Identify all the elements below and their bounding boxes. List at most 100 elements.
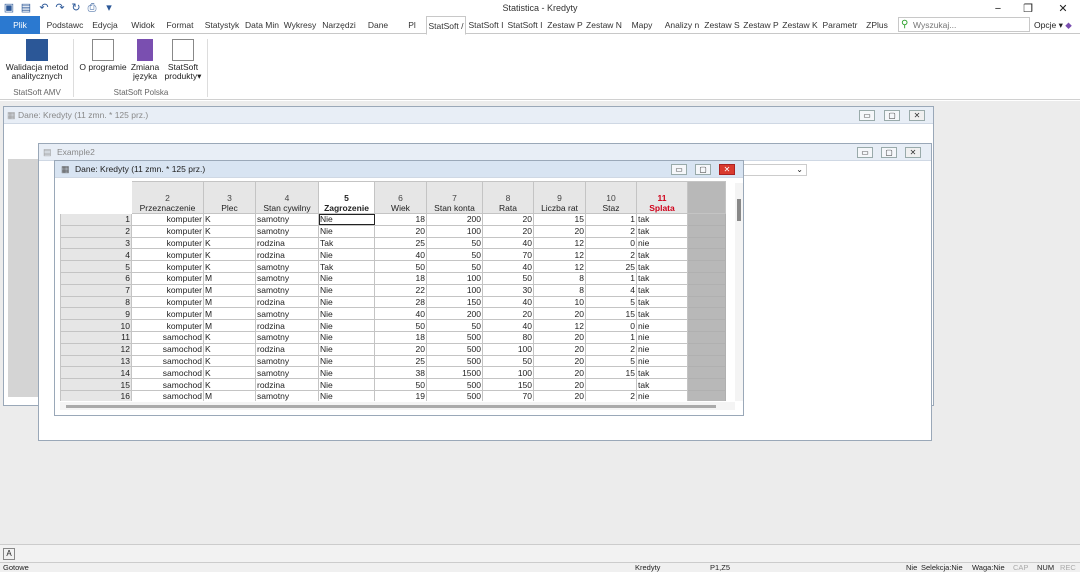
- cell[interactable]: 150: [426, 295, 483, 309]
- cell[interactable]: 20: [533, 378, 586, 391]
- cell[interactable]: samotny: [255, 260, 319, 273]
- row-number[interactable]: 5: [60, 260, 132, 273]
- cell[interactable]: samotny: [255, 354, 319, 368]
- column-header[interactable]: 9 Liczba rat: [533, 181, 586, 214]
- column-header[interactable]: 10 Staz: [585, 181, 637, 214]
- cell[interactable]: 8: [533, 271, 586, 285]
- row-number[interactable]: 14: [60, 366, 132, 380]
- cell[interactable]: K: [203, 224, 256, 238]
- cell[interactable]: M: [203, 271, 256, 285]
- cell[interactable]: Nie: [318, 319, 375, 332]
- cell[interactable]: 40: [482, 319, 534, 332]
- scrollbar-thumb[interactable]: [737, 199, 741, 221]
- close-icon[interactable]: ✕: [1053, 2, 1073, 16]
- cell[interactable]: samochod: [131, 342, 204, 356]
- cell[interactable]: 15: [533, 213, 586, 226]
- cell[interactable]: tak: [636, 260, 688, 273]
- cell[interactable]: 500: [426, 342, 483, 356]
- cell[interactable]: tak: [636, 224, 688, 238]
- cell[interactable]: 2: [585, 248, 637, 262]
- cell[interactable]: Nie: [318, 307, 375, 321]
- cell[interactable]: tak: [636, 295, 688, 309]
- tab-11[interactable]: StatSoft /: [426, 16, 466, 35]
- cell[interactable]: K: [203, 366, 256, 380]
- tab-17[interactable]: Analizy n: [662, 16, 702, 34]
- cell[interactable]: 200: [426, 213, 483, 226]
- tab-21[interactable]: Parametr: [820, 16, 860, 34]
- cell[interactable]: komputer: [131, 248, 204, 262]
- language-button[interactable]: Zmiana języka: [128, 39, 162, 81]
- cell[interactable]: 40: [482, 260, 534, 273]
- cell[interactable]: 40: [374, 307, 427, 321]
- maximize-icon[interactable]: ▢: [884, 110, 900, 121]
- cell[interactable]: nie: [636, 342, 688, 356]
- cell[interactable]: [585, 378, 637, 391]
- cell[interactable]: 100: [482, 366, 534, 380]
- cell[interactable]: 50: [374, 260, 427, 273]
- cell[interactable]: 2: [585, 224, 637, 238]
- cell[interactable]: M: [203, 319, 256, 332]
- minimize-icon[interactable]: ▭: [671, 164, 687, 175]
- cell[interactable]: komputer: [131, 295, 204, 309]
- column-header[interactable]: 7 Stan konta: [426, 181, 483, 214]
- cell[interactable]: 25: [374, 354, 427, 368]
- minimize-icon[interactable]: −: [988, 2, 1008, 16]
- cell[interactable]: 1: [585, 213, 637, 226]
- cell[interactable]: samochod: [131, 354, 204, 368]
- cell[interactable]: Nie: [318, 213, 375, 226]
- cell[interactable]: 40: [482, 295, 534, 309]
- cell[interactable]: 50: [374, 319, 427, 332]
- cell[interactable]: Nie: [318, 330, 375, 344]
- tab-8[interactable]: Narzędzi: [320, 16, 358, 34]
- cell[interactable]: 100: [426, 271, 483, 285]
- column-header[interactable]: 5 Zagrozenie: [318, 181, 375, 214]
- column-header[interactable]: 11 Splata: [636, 181, 688, 214]
- cell[interactable]: 12: [533, 319, 586, 332]
- combo-box[interactable]: ⌄: [739, 164, 807, 176]
- cell[interactable]: samotny: [255, 213, 319, 226]
- cell[interactable]: tak: [636, 271, 688, 285]
- cell[interactable]: K: [203, 342, 256, 356]
- cell[interactable]: 20: [533, 354, 586, 368]
- cell[interactable]: 25: [374, 236, 427, 250]
- cell[interactable]: 200: [426, 307, 483, 321]
- cell[interactable]: samotny: [255, 283, 319, 297]
- cell[interactable]: Nie: [318, 378, 375, 391]
- cell[interactable]: samochod: [131, 366, 204, 380]
- cell[interactable]: K: [203, 236, 256, 250]
- cell[interactable]: rodzina: [255, 248, 319, 262]
- cell[interactable]: Nie: [318, 366, 375, 380]
- close-icon[interactable]: ✕: [909, 110, 925, 121]
- cell[interactable]: 20: [533, 224, 586, 238]
- spreadsheet-grid[interactable]: 2 Przeznaczenie 3 Plec 4 Stan cywilny 5 Zagroze…: [60, 181, 735, 401]
- cell[interactable]: Nie: [318, 283, 375, 297]
- cell[interactable]: samotny: [255, 307, 319, 321]
- cell[interactable]: komputer: [131, 319, 204, 332]
- products-button[interactable]: StatSoft produkty▾: [161, 39, 205, 81]
- tab-19[interactable]: Zestaw P: [742, 16, 780, 34]
- cell[interactable]: Nie: [318, 248, 375, 262]
- cell[interactable]: samotny: [255, 271, 319, 285]
- cell[interactable]: 4: [585, 283, 637, 297]
- cell[interactable]: rodzina: [255, 342, 319, 356]
- cell[interactable]: 25: [585, 260, 637, 273]
- cell[interactable]: komputer: [131, 236, 204, 250]
- cell[interactable]: 30: [482, 283, 534, 297]
- cell[interactable]: 500: [426, 330, 483, 344]
- cell[interactable]: 80: [482, 330, 534, 344]
- cell[interactable]: M: [203, 389, 256, 401]
- row-number[interactable]: 1: [60, 213, 132, 226]
- grid-corner[interactable]: [60, 181, 132, 214]
- cell[interactable]: 50: [426, 248, 483, 262]
- tab-18[interactable]: Zestaw S: [702, 16, 742, 34]
- validation-button[interactable]: Walidacja metod analitycznych: [4, 39, 70, 81]
- tab-22[interactable]: ZPlus: [862, 16, 892, 34]
- cell[interactable]: K: [203, 248, 256, 262]
- tab-1[interactable]: Podstawc: [46, 16, 84, 34]
- row-number[interactable]: 2: [60, 224, 132, 238]
- cell[interactable]: tak: [636, 307, 688, 321]
- search-box[interactable]: ⚲: [898, 17, 1030, 32]
- tab-13[interactable]: StatSoft I: [506, 16, 544, 34]
- horizontal-scrollbar[interactable]: [60, 402, 735, 410]
- cell[interactable]: samochod: [131, 330, 204, 344]
